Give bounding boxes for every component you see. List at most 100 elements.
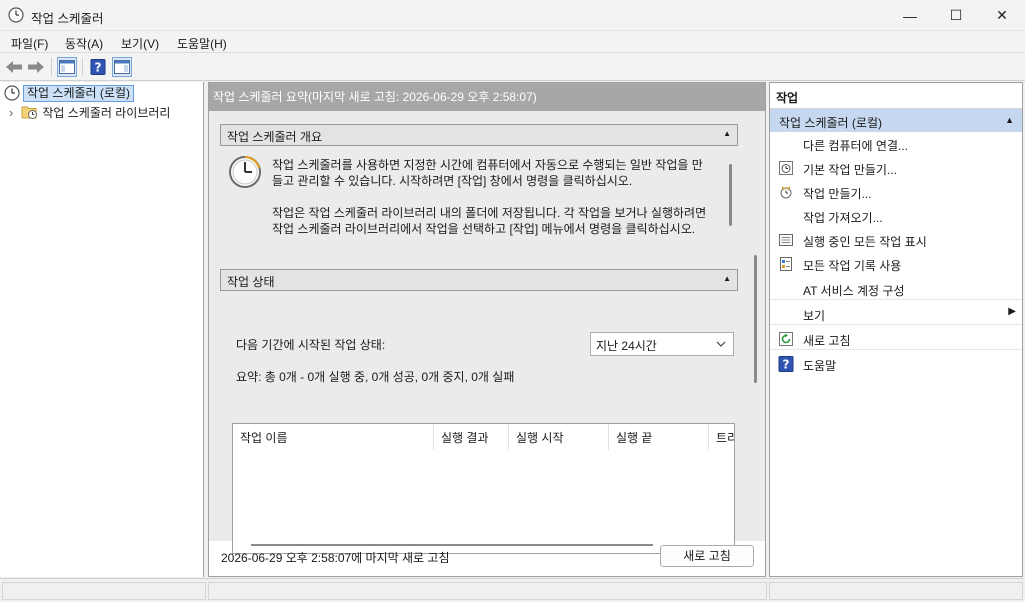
create-basic-task-icon xyxy=(779,161,793,175)
action-enable-task-history[interactable]: 모든 작업 기록 사용 xyxy=(770,253,1022,275)
overview-section-header[interactable]: 작업 스케줄러 개요 ▲ xyxy=(220,124,738,146)
collapse-arrow-icon[interactable]: ▲ xyxy=(723,274,731,283)
overview-paragraph: 작업은 작업 스케줄러 라이브러리 내의 폴더에 저장됩니다. 각 작업을 보거… xyxy=(272,206,707,236)
tree-item-task-scheduler-library[interactable]: › 작업 스케줄러 라이브러리 xyxy=(9,103,170,121)
svg-text:?: ? xyxy=(95,61,102,75)
refresh-button[interactable]: 새로 고침 xyxy=(660,545,754,567)
action-configure-at-service-account[interactable]: AT 서비스 계정 구성 xyxy=(770,278,1022,300)
chevron-down-icon xyxy=(716,341,726,347)
overview-text: 작업 스케줄러를 사용하면 지정한 시간에 컴퓨터에서 자동으로 수행되는 일반… xyxy=(272,157,712,253)
actions-group-header[interactable]: 작업 스케줄러 (로컬) ▲ xyxy=(770,109,1022,132)
tree-item-label: 작업 스케줄러 (로컬) xyxy=(23,84,134,102)
task-history-icon xyxy=(780,257,792,271)
status-bar xyxy=(0,578,1025,602)
tree-item-label: 작업 스케줄러 라이브러리 xyxy=(42,105,171,120)
pane-vertical-scrollbar[interactable] xyxy=(754,255,757,383)
section-title: 작업 스케줄러 개요 xyxy=(227,130,322,144)
show-hide-action-pane-button[interactable] xyxy=(112,57,132,77)
clock-icon xyxy=(8,7,24,23)
action-create-task[interactable]: 작업 만들기... xyxy=(770,181,1022,203)
submenu-arrow-icon: ▶ xyxy=(1008,306,1016,317)
help-icon: ? xyxy=(90,59,106,75)
show-hide-action-pane-icon xyxy=(114,60,130,74)
overview-scrollbar[interactable] xyxy=(729,164,732,226)
clock-large-icon xyxy=(229,156,261,188)
summary-pane: 작업 스케줄러 요약(마지막 새로 고침: 2026-06-29 오후 2:58… xyxy=(208,82,766,577)
action-create-basic-task[interactable]: 기본 작업 만들기... xyxy=(770,157,1022,179)
task-status-section-header[interactable]: 작업 상태 ▲ xyxy=(220,269,738,291)
status-summary: 요약: 총 0개 - 0개 실행 중, 0개 성공, 0개 중지, 0개 실패 xyxy=(236,370,515,384)
status-bar-cell xyxy=(208,582,767,600)
window-title: 작업 스케줄러 xyxy=(31,12,104,26)
toolbar-separator xyxy=(82,58,83,76)
action-label: 기본 작업 만들기... xyxy=(803,163,897,177)
menu-bar: 파일(F) 동작(A) 보기(V) 도움말(H) xyxy=(0,31,1025,53)
action-connect-other-computer[interactable]: 다른 컴퓨터에 연결... xyxy=(770,133,1022,155)
toolbar-separator xyxy=(51,58,52,76)
status-period-dropdown[interactable]: 지난 24시간 xyxy=(590,332,734,356)
actions-header: 작업 xyxy=(770,83,1022,109)
svg-text:?: ? xyxy=(783,358,790,372)
overview-content: 작업 스케줄러를 사용하면 지정한 시간에 컴퓨터에서 자동으로 수행되는 일반… xyxy=(220,152,738,258)
column-header-run-result[interactable]: 실행 결과 xyxy=(434,424,509,450)
summary-header: 작업 스케줄러 요약(마지막 새로 고침: 2026-06-29 오후 2:58… xyxy=(209,83,765,111)
action-refresh[interactable]: 새로 고침 xyxy=(770,328,1022,350)
last-refresh-text: 2026-06-29 오후 2:58:07에 마지막 새로 고침 xyxy=(221,551,450,565)
forward-button[interactable] xyxy=(26,57,46,77)
actions-pane: 작업 작업 스케줄러 (로컬) ▲ 다른 컴퓨터에 연결... 기본 작업 만들… xyxy=(769,82,1023,577)
overview-paragraph: 작업 스케줄러를 사용하면 지정한 시간에 컴퓨터에서 자동으로 수행되는 일반… xyxy=(272,158,703,188)
create-task-icon xyxy=(780,186,792,199)
menu-action[interactable]: 동작(A) xyxy=(65,35,103,52)
status-bar-cell xyxy=(769,582,1023,600)
column-header-trigger[interactable]: 트리 xyxy=(709,424,734,450)
action-label: 도움말 xyxy=(803,359,837,373)
action-label: 실행 중인 모든 작업 표시 xyxy=(803,235,927,249)
running-tasks-icon xyxy=(779,234,793,246)
column-header-run-end[interactable]: 실행 끝 xyxy=(609,424,709,450)
action-label: 다른 컴퓨터에 연결... xyxy=(803,139,908,153)
action-label: 작업 만들기... xyxy=(803,187,872,201)
forward-arrow-icon xyxy=(28,61,44,73)
task-status-table[interactable]: 작업 이름 실행 결과 실행 시작 실행 끝 트리 xyxy=(232,423,735,554)
refresh-icon xyxy=(779,332,793,346)
dropdown-value: 지난 24시간 xyxy=(596,339,657,353)
menu-view[interactable]: 보기(V) xyxy=(121,35,159,52)
maximize-button[interactable]: ☐ xyxy=(933,0,979,31)
action-label: 모든 작업 기록 사용 xyxy=(803,259,902,273)
action-label: 새로 고침 xyxy=(803,334,851,348)
action-view[interactable]: 보기 ▶ xyxy=(770,303,1022,325)
help-icon: ? xyxy=(778,356,794,372)
console-tree: 작업 스케줄러 (로컬) › 작업 스케줄러 라이브러리 xyxy=(0,82,204,577)
menu-file[interactable]: 파일(F) xyxy=(11,35,48,52)
back-button[interactable] xyxy=(4,57,24,77)
collapse-arrow-icon[interactable]: ▲ xyxy=(1005,115,1014,125)
action-label: 보기 xyxy=(803,309,826,323)
table-horizontal-scrollbar[interactable] xyxy=(251,544,653,546)
action-help[interactable]: ? 도움말 xyxy=(770,353,1022,375)
summary-body: 작업 스케줄러 개요 ▲ 작업 스케줄러를 사용하면 지정한 시간에 컴퓨터에서… xyxy=(209,111,765,554)
action-label: 작업 가져오기... xyxy=(803,211,883,225)
close-button[interactable]: ✕ xyxy=(979,0,1025,31)
show-hide-console-tree-button[interactable] xyxy=(57,57,77,77)
actions-group-title: 작업 스케줄러 (로컬) xyxy=(779,116,882,130)
status-bar-cell xyxy=(2,582,206,600)
status-period-label: 다음 기간에 시작된 작업 상태: xyxy=(236,338,386,352)
folder-clock-icon xyxy=(21,106,38,119)
show-hide-console-tree-icon xyxy=(59,60,75,74)
menu-help[interactable]: 도움말(H) xyxy=(177,35,227,52)
section-title: 작업 상태 xyxy=(227,275,275,289)
back-arrow-icon xyxy=(6,61,22,73)
action-display-running-tasks[interactable]: 실행 중인 모든 작업 표시 xyxy=(770,229,1022,251)
tree-item-task-scheduler-local[interactable]: 작업 스케줄러 (로컬) xyxy=(4,84,134,102)
help-button[interactable]: ? xyxy=(88,57,108,77)
action-label: AT 서비스 계정 구성 xyxy=(803,284,905,298)
column-header-task-name[interactable]: 작업 이름 xyxy=(233,424,434,450)
action-import-task[interactable]: 작업 가져오기... xyxy=(770,205,1022,227)
column-header-run-start[interactable]: 실행 시작 xyxy=(509,424,609,450)
collapse-arrow-icon[interactable]: ▲ xyxy=(723,129,731,138)
expand-chevron-icon[interactable]: › xyxy=(9,105,13,120)
title-bar: 작업 스케줄러 — ☐ ✕ xyxy=(0,0,1025,31)
toolbar: ? xyxy=(0,53,1025,81)
clock-icon xyxy=(4,85,20,101)
minimize-button[interactable]: — xyxy=(887,0,933,31)
